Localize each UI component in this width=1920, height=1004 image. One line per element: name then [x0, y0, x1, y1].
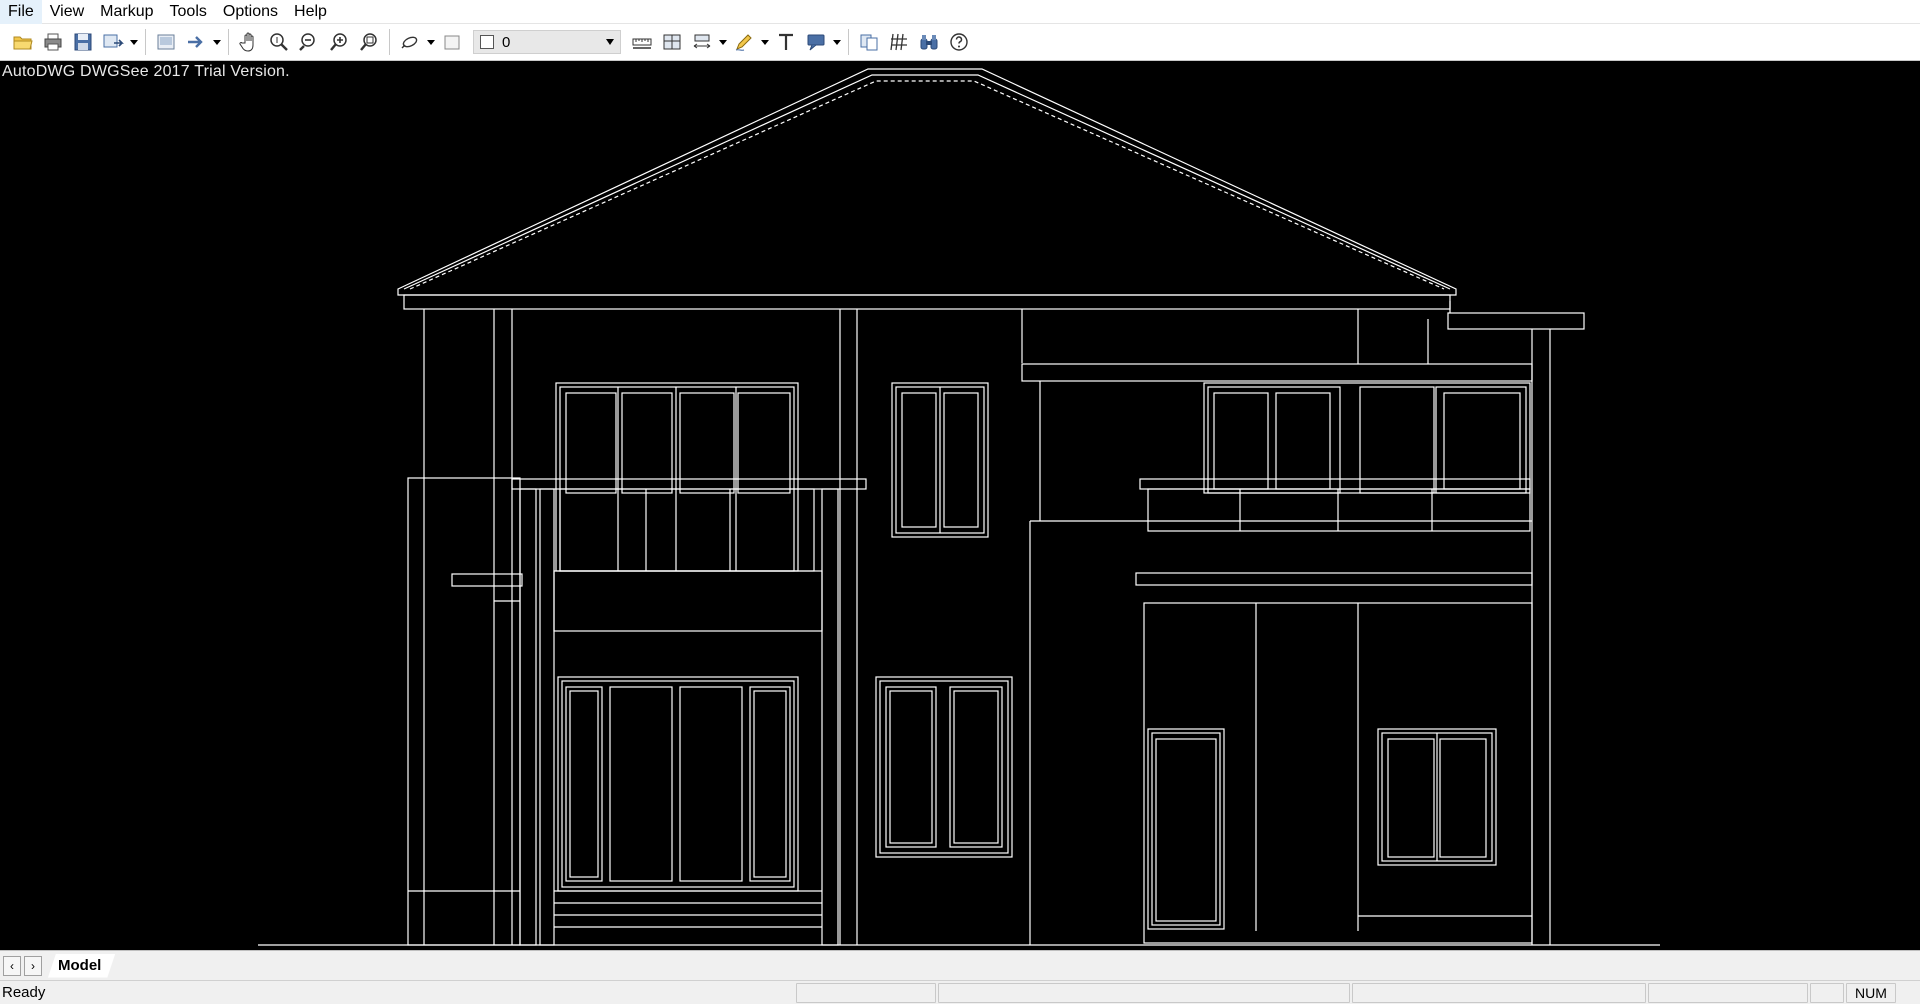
arrow-dropdown[interactable]	[211, 27, 223, 57]
menu-options[interactable]: Options	[215, 0, 286, 24]
dimension-dropdown[interactable]	[717, 27, 729, 57]
compare-icon[interactable]	[854, 27, 884, 57]
menu-tools[interactable]: Tools	[162, 0, 215, 24]
callout-dropdown[interactable]	[831, 27, 843, 57]
layer-state-icon[interactable]	[437, 27, 467, 57]
tab-scroll-right-button[interactable]: ›	[24, 955, 42, 976]
hatch-icon[interactable]	[884, 27, 914, 57]
tab-scroll-left-button[interactable]: ‹	[3, 955, 21, 976]
save-icon[interactable]	[68, 27, 98, 57]
status-pane-1	[796, 982, 936, 1003]
export-icon[interactable]	[98, 27, 128, 57]
status-text: Ready	[2, 984, 46, 1001]
status-pane-3	[1352, 982, 1646, 1003]
zoom-window-icon[interactable]	[354, 27, 384, 57]
layout-tab-bar: ‹ › Model	[0, 950, 1920, 980]
layer-dropdown[interactable]	[425, 27, 437, 57]
toolbar-separator	[848, 29, 849, 55]
layout-icon[interactable]	[151, 27, 181, 57]
pen-icon[interactable]	[729, 27, 759, 57]
roof	[397, 68, 1585, 330]
zoom-out-icon[interactable]	[294, 27, 324, 57]
arrow-right-icon[interactable]	[181, 27, 211, 57]
drawing-canvas[interactable]: AutoDWG DWGSee 2017 Trial Version.	[0, 61, 1920, 950]
upper-left-window	[555, 382, 815, 572]
ruler-icon[interactable]	[627, 27, 657, 57]
callout-icon[interactable]	[801, 27, 831, 57]
zoom-realtime-icon[interactable]	[264, 27, 294, 57]
main-toolbar: 0	[0, 24, 1920, 61]
house-elevation-drawing	[258, 68, 1660, 946]
zoom-in-icon[interactable]	[324, 27, 354, 57]
layer-color-swatch	[480, 35, 494, 49]
lower-right-window	[1377, 728, 1497, 866]
toolbar-separator	[228, 29, 229, 55]
export-dropdown[interactable]	[128, 27, 140, 57]
layer-select-value: 0	[502, 33, 511, 51]
pen-dropdown[interactable]	[759, 27, 771, 57]
layer-icon[interactable]	[395, 27, 425, 57]
status-bar: Ready NUM	[0, 980, 1920, 1004]
upper-right-window	[1135, 382, 1533, 944]
toolbar-separator	[389, 29, 390, 55]
tab-model[interactable]: Model	[48, 954, 115, 978]
menu-view[interactable]: View	[42, 0, 92, 24]
layer-select[interactable]: 0	[473, 30, 621, 54]
menu-markup[interactable]: Markup	[92, 0, 161, 24]
text-icon[interactable]	[771, 27, 801, 57]
upper-center-window	[891, 382, 989, 538]
lower-center-window	[875, 676, 1013, 858]
num-lock-indicator: NUM	[1846, 982, 1896, 1003]
walls	[407, 309, 1551, 946]
toolbar-separator	[145, 29, 146, 55]
status-pane-2	[938, 982, 1350, 1003]
open-folder-icon[interactable]	[8, 27, 38, 57]
status-pane-4	[1648, 982, 1808, 1003]
lower-left-door	[554, 676, 822, 928]
menu-file[interactable]: File	[0, 0, 42, 24]
status-pane-5	[1810, 982, 1844, 1003]
help-icon[interactable]	[944, 27, 974, 57]
dimension-icon[interactable]	[687, 27, 717, 57]
entry-door	[1147, 728, 1225, 930]
pan-hand-icon[interactable]	[234, 27, 264, 57]
left-balcony	[451, 478, 867, 946]
print-icon[interactable]	[38, 27, 68, 57]
chevron-down-icon[interactable]	[602, 31, 618, 53]
menu-help[interactable]: Help	[286, 0, 335, 24]
menu-bar: File View Markup Tools Options Help	[0, 0, 1920, 24]
binoculars-icon[interactable]	[914, 27, 944, 57]
area-measure-icon[interactable]	[657, 27, 687, 57]
